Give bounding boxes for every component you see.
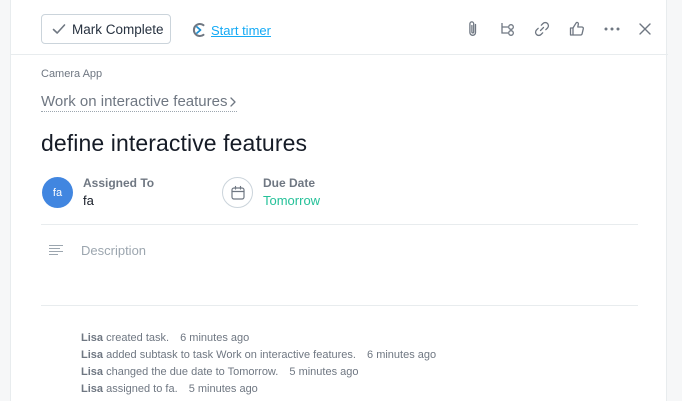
- activity-item: Lisa created task. 6 minutes ago: [81, 330, 436, 347]
- divider: [41, 305, 638, 306]
- task-toolbar: Mark Complete Start timer: [11, 0, 668, 55]
- more-icon: [604, 27, 620, 31]
- link-icon: [534, 21, 550, 37]
- activity-text: added subtask to task Work on interactiv…: [106, 349, 356, 361]
- close-button[interactable]: [635, 19, 655, 39]
- subtask-icon: [501, 23, 514, 36]
- assignee-text: Assigned To fa: [83, 176, 154, 209]
- activity-time: 5 minutes ago: [188, 383, 258, 395]
- close-icon: [639, 23, 651, 35]
- timer-icon: [192, 23, 205, 37]
- due-date-value: Tomorrow: [263, 193, 321, 208]
- chevron-right-icon: [230, 96, 237, 107]
- mark-complete-button[interactable]: Mark Complete: [41, 14, 171, 44]
- attach-button[interactable]: [463, 19, 483, 39]
- task-detail-pane: Mark Complete Start timer Camera App Wor…: [10, 0, 668, 401]
- calendar-icon: [230, 185, 245, 200]
- check-icon: [52, 24, 66, 34]
- assignee-label: Assigned To: [83, 176, 155, 190]
- description-field[interactable]: Description: [81, 243, 146, 258]
- task-title[interactable]: define interactive features: [41, 130, 307, 157]
- activity-text: changed the due date to Tomorrow.: [106, 366, 279, 378]
- like-icon: [569, 21, 584, 36]
- start-timer-button[interactable]: Start timer: [191, 20, 271, 40]
- activity-item: Lisa added subtask to task Work on inter…: [81, 347, 436, 364]
- project-name[interactable]: Camera App: [41, 68, 102, 80]
- parent-task-label: Work on interactive features: [41, 93, 228, 110]
- activity-time: 6 minutes ago: [180, 332, 250, 344]
- more-actions-button[interactable]: [602, 19, 622, 39]
- due-date-field[interactable]: Due Date Tomorrow: [222, 176, 320, 209]
- activity-text: created task.: [106, 332, 170, 344]
- assignee-value: fa: [83, 193, 94, 208]
- avatar[interactable]: fa: [42, 177, 73, 208]
- activity-time: 6 minutes ago: [367, 349, 437, 361]
- description-icon: [49, 244, 63, 256]
- due-date-label: Due Date: [263, 176, 316, 190]
- activity-item: Lisa assigned to fa. 5 minutes ago: [81, 381, 436, 398]
- divider: [41, 224, 638, 225]
- activity-item: Lisa changed the due date to Tomorrow. 5…: [81, 364, 436, 381]
- copy-link-button[interactable]: [532, 19, 552, 39]
- start-timer-label: Start timer: [211, 22, 271, 38]
- parent-task-link[interactable]: Work on interactive features: [41, 93, 238, 112]
- mark-complete-label: Mark Complete: [72, 21, 164, 37]
- activity-time: 5 minutes ago: [289, 366, 359, 378]
- subtask-button[interactable]: [498, 19, 518, 39]
- activity-text: assigned to fa.: [106, 383, 178, 395]
- activity-user[interactable]: Lisa: [81, 332, 103, 344]
- activity-feed: Lisa created task. 6 minutes ago Lisa ad…: [81, 330, 436, 398]
- activity-user[interactable]: Lisa: [81, 349, 103, 361]
- activity-user[interactable]: Lisa: [81, 366, 103, 378]
- activity-user[interactable]: Lisa: [81, 383, 103, 395]
- like-button[interactable]: [567, 19, 587, 39]
- paperclip-icon: [469, 21, 477, 36]
- due-date-text: Due Date Tomorrow: [263, 176, 320, 209]
- due-date-icon-wrap[interactable]: [222, 177, 253, 208]
- assignee-field[interactable]: fa Assigned To fa: [42, 176, 154, 209]
